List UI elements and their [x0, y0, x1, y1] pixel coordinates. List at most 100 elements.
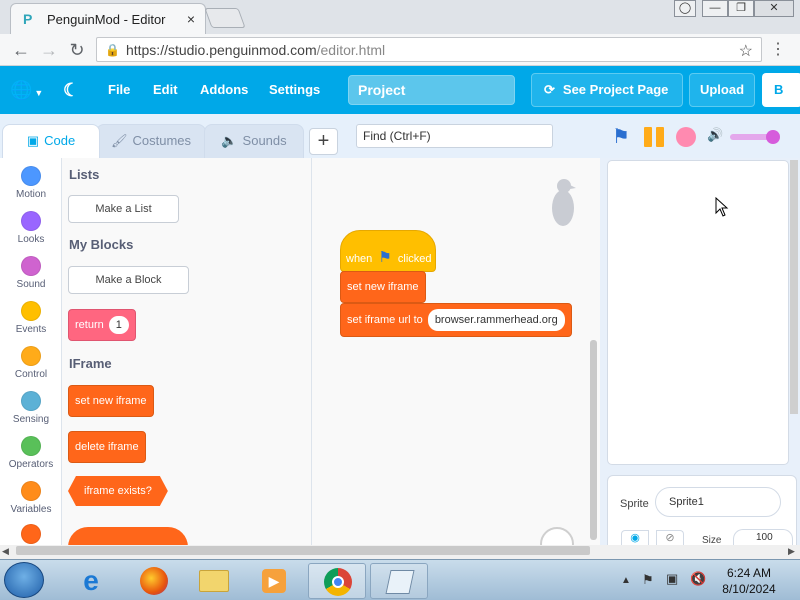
volume-slider-handle[interactable] [766, 130, 780, 144]
start-button[interactable] [4, 562, 44, 598]
stage-canvas[interactable] [607, 160, 789, 465]
menu-settings[interactable]: Settings [269, 66, 320, 114]
return-block[interactable]: return 1 [68, 309, 136, 341]
reload-icon[interactable]: ↻ [66, 39, 88, 61]
looks-dot-icon [21, 211, 41, 231]
category-label: Sensing [12, 414, 50, 425]
firefox-icon[interactable] [127, 563, 177, 599]
bookmark-star-icon[interactable]: ☆ [739, 41, 753, 61]
partial-block[interactable] [68, 527, 188, 547]
pause-icon[interactable] [644, 127, 664, 147]
taskbar-clock[interactable]: 6:24 AM 8/10/2024 [714, 565, 784, 597]
green-flag-icon[interactable]: ⚑ [612, 124, 630, 149]
theme-moon-icon[interactable]: ☾ [63, 66, 79, 114]
penguin-watermark-icon [552, 179, 576, 226]
find-input[interactable]: Find (Ctrl+F) [356, 124, 553, 148]
windows-taskbar: e ▶ ▲ ⚑ ▣ 🔇 [0, 559, 800, 600]
category-sensing[interactable]: Sensing [0, 391, 62, 425]
browser-tab[interactable]: P PenguinMod - Editor × [10, 3, 206, 34]
media-player-icon[interactable]: ▶ [248, 563, 298, 599]
forward-arrow-icon[interactable]: → [38, 39, 60, 61]
see-project-page-label: See Project Page [562, 82, 669, 97]
workspace-vertical-scrollbar[interactable] [590, 340, 597, 540]
category-operators[interactable]: Operators [0, 436, 62, 470]
category-sound[interactable]: Sound [0, 256, 62, 290]
category-variables[interactable]: Variables [0, 481, 62, 515]
internet-explorer-icon[interactable]: e [66, 563, 116, 599]
clock-date: 8/10/2024 [722, 582, 776, 596]
action-center-flag-icon[interactable]: ⚑ [642, 572, 654, 588]
iframe-url-input[interactable]: browser.rammerhead.org [427, 309, 565, 331]
browser-tab-title: PenguinMod - Editor [47, 11, 166, 27]
category-partial[interactable] [0, 524, 62, 547]
show-sprite-icon[interactable]: ◉ [621, 530, 649, 546]
category-label: Sound [16, 279, 46, 290]
category-looks[interactable]: Looks [0, 211, 62, 245]
browser-tab-strip: P PenguinMod - Editor × ◯ — ❐ ✕ [0, 0, 800, 34]
make-a-list-button[interactable]: Make a List [68, 195, 179, 223]
new-tab-button[interactable] [204, 8, 246, 28]
penguinmod-favicon-icon: P [23, 11, 33, 27]
stop-icon[interactable] [676, 127, 696, 147]
see-project-page-button[interactable]: ⟳ See Project Page [531, 73, 683, 107]
make-a-block-button[interactable]: Make a Block [68, 266, 189, 294]
address-bar[interactable]: 🔒 https://studio.penguinmod.com/editor.h… [96, 37, 762, 62]
category-dot-icon [21, 524, 41, 544]
tab-costumes[interactable]: 🖌 Costumes [96, 124, 206, 158]
block-palette: Lists Make a List My Blocks Make a Block… [62, 158, 312, 547]
category-menu: Motion Looks Sound Events Control Sensin… [0, 158, 62, 545]
horizontal-scrollbar[interactable] [16, 546, 590, 555]
back-arrow-icon[interactable]: ← [10, 39, 32, 61]
hide-sprite-icon[interactable]: ⊘ [656, 530, 684, 546]
volume-muted-icon[interactable]: 🔇 [690, 571, 706, 587]
tab-code[interactable]: ▣ Code [2, 124, 100, 158]
file-explorer-icon[interactable] [188, 563, 238, 599]
cut-off-menu-button[interactable]: B [762, 73, 800, 107]
close-icon[interactable]: ✕ [754, 0, 794, 17]
set-iframe-url-label: set iframe url to [347, 314, 423, 326]
clock-time: 6:24 AM [726, 566, 772, 580]
tab-sounds[interactable]: 🔈 Sounds [204, 124, 304, 158]
set-iframe-url-block[interactable]: set iframe url to browser.rammerhead.org [340, 303, 572, 337]
user-icon[interactable]: ◯ [674, 0, 696, 17]
return-value-input[interactable]: 1 [108, 316, 129, 334]
notepad-icon[interactable] [370, 563, 428, 599]
language-globe-icon[interactable]: 🌐 ▼ [10, 66, 43, 114]
sprite-label: Sprite [620, 498, 649, 510]
project-title-input[interactable]: Project [348, 75, 515, 105]
control-dot-icon [21, 346, 41, 366]
tab-close-icon[interactable]: × [187, 11, 195, 27]
scroll-left-icon[interactable]: ◀ [2, 546, 9, 557]
show-hidden-icons-icon[interactable]: ▲ [621, 575, 631, 586]
scroll-right-icon[interactable]: ▶ [788, 546, 795, 557]
chrome-menu-icon[interactable]: ⋮ [770, 39, 786, 59]
size-input[interactable]: 100 [733, 529, 793, 545]
upload-button[interactable]: Upload [689, 73, 755, 107]
iframe-exists-block[interactable]: iframe exists? [68, 476, 168, 506]
category-events[interactable]: Events [0, 301, 62, 335]
mouse-pointer-icon [715, 197, 729, 217]
category-control[interactable]: Control [0, 346, 62, 380]
menu-file[interactable]: File [108, 66, 130, 114]
motion-dot-icon [21, 166, 41, 186]
network-icon[interactable]: ▣ [666, 571, 678, 587]
category-motion[interactable]: Motion [0, 166, 62, 200]
category-label: Events [15, 324, 47, 335]
set-new-iframe-block[interactable]: set new iframe [340, 271, 426, 303]
sprite-name-input[interactable]: Sprite1 [655, 487, 781, 517]
chrome-taskbar-button[interactable] [308, 563, 366, 599]
page-vertical-scrollbar[interactable] [790, 160, 798, 414]
delete-iframe-block[interactable]: delete iframe [68, 431, 146, 463]
minimize-icon[interactable]: — [702, 0, 728, 17]
remix-arrows-icon: ⟳ [544, 82, 555, 97]
category-label: Looks [17, 234, 45, 245]
menu-addons[interactable]: Addons [200, 66, 248, 114]
set-new-iframe-block[interactable]: set new iframe [68, 385, 154, 417]
tab-costumes-label: Costumes [132, 133, 192, 148]
lists-heading: Lists [69, 167, 100, 182]
brush-icon: 🖌 [110, 133, 128, 148]
add-extension-button[interactable]: + [309, 128, 338, 155]
when-flag-clicked-block[interactable]: when ⚑ clicked [340, 230, 436, 272]
menu-edit[interactable]: Edit [153, 66, 178, 114]
restore-icon[interactable]: ❐ [728, 0, 754, 17]
